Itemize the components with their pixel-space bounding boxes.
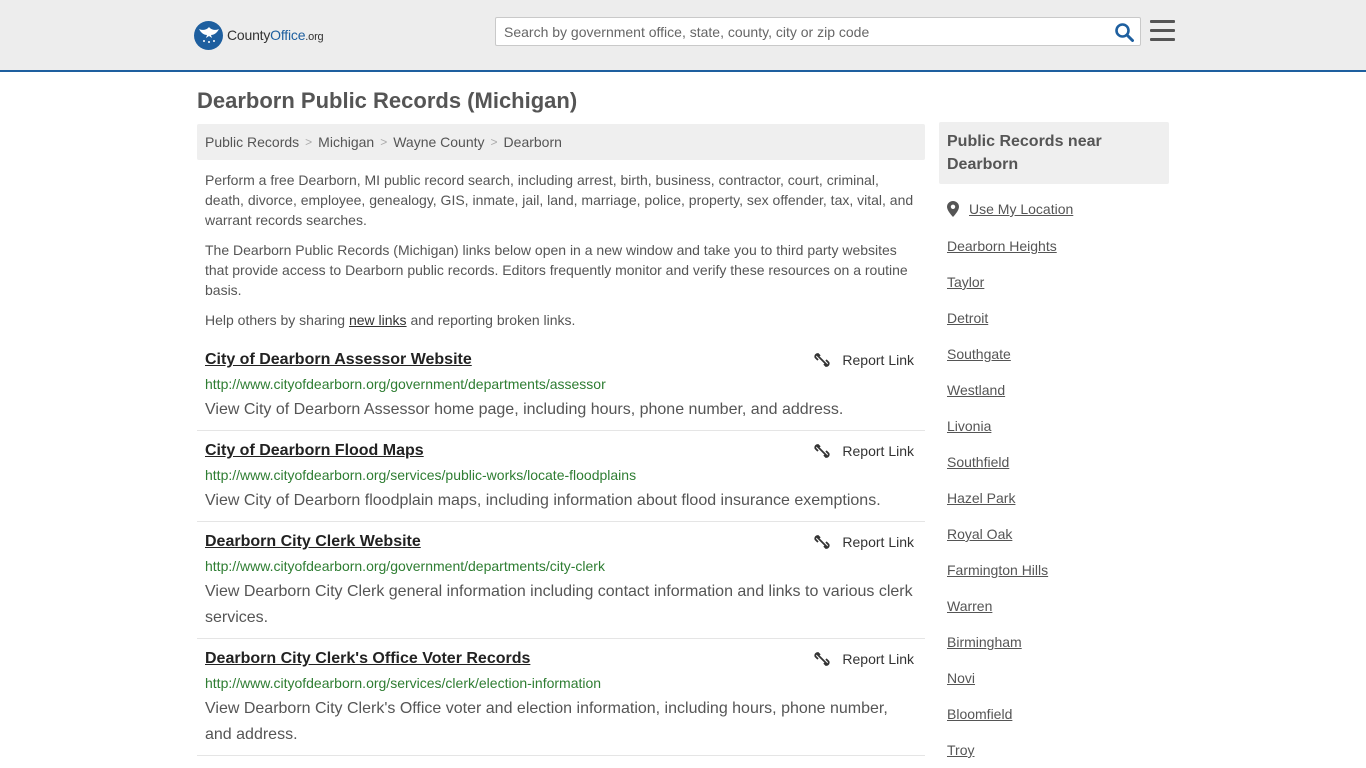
result-item: City of Dearborn Flood Maps Report Link … <box>197 442 925 522</box>
page-title: Dearborn Public Records (Michigan) <box>197 88 578 113</box>
result-url: http://www.cityofdearborn.org/government… <box>205 376 606 392</box>
map-pin-icon <box>947 201 959 217</box>
report-link-label: Report Link <box>842 443 914 459</box>
new-links-link[interactable]: new links <box>349 312 407 328</box>
intro-paragraph: Perform a free Dearborn, MI public recor… <box>205 172 914 228</box>
broken-link-icon <box>814 444 830 458</box>
sidebar-heading: Public Records near Dearborn <box>939 122 1169 184</box>
result-description: View City of Dearborn Assessor home page… <box>205 401 844 418</box>
result-item: Dearborn City Clerk Website Report Link … <box>197 533 925 639</box>
help-paragraph: Help others by sharing new links and rep… <box>205 310 917 330</box>
sidebar-city-link[interactable]: Novi <box>947 670 975 686</box>
site-logo[interactable]: CountyOffice.org <box>194 20 324 50</box>
sidebar-city-link[interactable]: Livonia <box>947 418 991 434</box>
use-location: Use My Location <box>947 201 1073 217</box>
result-url: http://www.cityofdearborn.org/government… <box>205 558 605 574</box>
search-box <box>495 17 1141 46</box>
breadcrumb-public-records[interactable]: Public Records <box>205 134 299 150</box>
search-input[interactable] <box>496 18 1106 45</box>
help-text: Help others by sharing <box>205 312 349 328</box>
breadcrumb-separator-icon: > <box>490 135 498 149</box>
report-link-button[interactable]: Report Link <box>814 534 914 550</box>
sidebar-city-link[interactable]: Hazel Park <box>947 490 1015 506</box>
result-title-link[interactable]: Dearborn City Clerk's Office Voter Recor… <box>205 650 530 668</box>
hamburger-menu-icon[interactable] <box>1150 20 1175 42</box>
broken-link-icon <box>814 535 830 549</box>
report-link-button[interactable]: Report Link <box>814 352 914 368</box>
sidebar-city-link[interactable]: Troy <box>947 742 974 758</box>
breadcrumb-separator-icon: > <box>305 135 313 149</box>
sidebar-city-link[interactable]: Bloomfield <box>947 706 1012 722</box>
help-text-end: and reporting broken links. <box>406 312 576 328</box>
breadcrumb-michigan[interactable]: Michigan <box>318 134 374 150</box>
result-url: http://www.cityofdearborn.org/services/c… <box>205 675 602 691</box>
result-description: View City of Dearborn floodplain maps, i… <box>205 492 881 509</box>
breadcrumb-separator-icon: > <box>380 135 388 149</box>
result-title-link[interactable]: City of Dearborn Flood Maps <box>205 442 424 460</box>
sidebar-city-link[interactable]: Birmingham <box>947 634 1022 650</box>
broken-link-icon <box>814 353 830 367</box>
sidebar-city-link[interactable]: Southfield <box>947 454 1009 470</box>
site-header: CountyOffice.org <box>0 0 1366 72</box>
eagle-logo-icon <box>194 20 223 50</box>
disclaimer-paragraph: The Dearborn Public Records (Michigan) l… <box>205 242 908 298</box>
breadcrumb-dearborn[interactable]: Dearborn <box>504 134 562 150</box>
result-title-link[interactable]: Dearborn City Clerk Website <box>205 533 421 551</box>
broken-link-icon <box>814 652 830 666</box>
breadcrumb: Public Records > Michigan > Wayne County… <box>197 124 925 160</box>
report-link-label: Report Link <box>842 352 914 368</box>
result-description: View Dearborn City Clerk's Office voter … <box>205 700 888 743</box>
sidebar-city-link[interactable]: Westland <box>947 382 1005 398</box>
sidebar-city-link[interactable]: Dearborn Heights <box>947 238 1057 254</box>
search-icon[interactable] <box>1114 22 1134 42</box>
report-link-button[interactable]: Report Link <box>814 651 914 667</box>
report-link-label: Report Link <box>842 651 914 667</box>
breadcrumb-wayne-county[interactable]: Wayne County <box>393 134 484 150</box>
sidebar-city-link[interactable]: Southgate <box>947 346 1011 362</box>
sidebar-city-link[interactable]: Royal Oak <box>947 526 1012 542</box>
sidebar-city-link[interactable]: Detroit <box>947 310 988 326</box>
sidebar-city-link[interactable]: Taylor <box>947 274 984 290</box>
report-link-label: Report Link <box>842 534 914 550</box>
result-url: http://www.cityofdearborn.org/services/p… <box>205 467 637 483</box>
report-link-button[interactable]: Report Link <box>814 443 914 459</box>
result-item: Dearborn City Clerk's Office Voter Recor… <box>197 650 925 756</box>
logo-text: CountyOffice.org <box>227 27 324 43</box>
sidebar-city-link[interactable]: Warren <box>947 598 992 614</box>
result-title-link[interactable]: City of Dearborn Assessor Website <box>205 351 472 369</box>
sidebar-city-link[interactable]: Farmington Hills <box>947 562 1048 578</box>
result-item: City of Dearborn Assessor Website Report… <box>197 351 925 431</box>
result-description: View Dearborn City Clerk general informa… <box>205 583 913 626</box>
use-my-location-link[interactable]: Use My Location <box>969 201 1073 217</box>
